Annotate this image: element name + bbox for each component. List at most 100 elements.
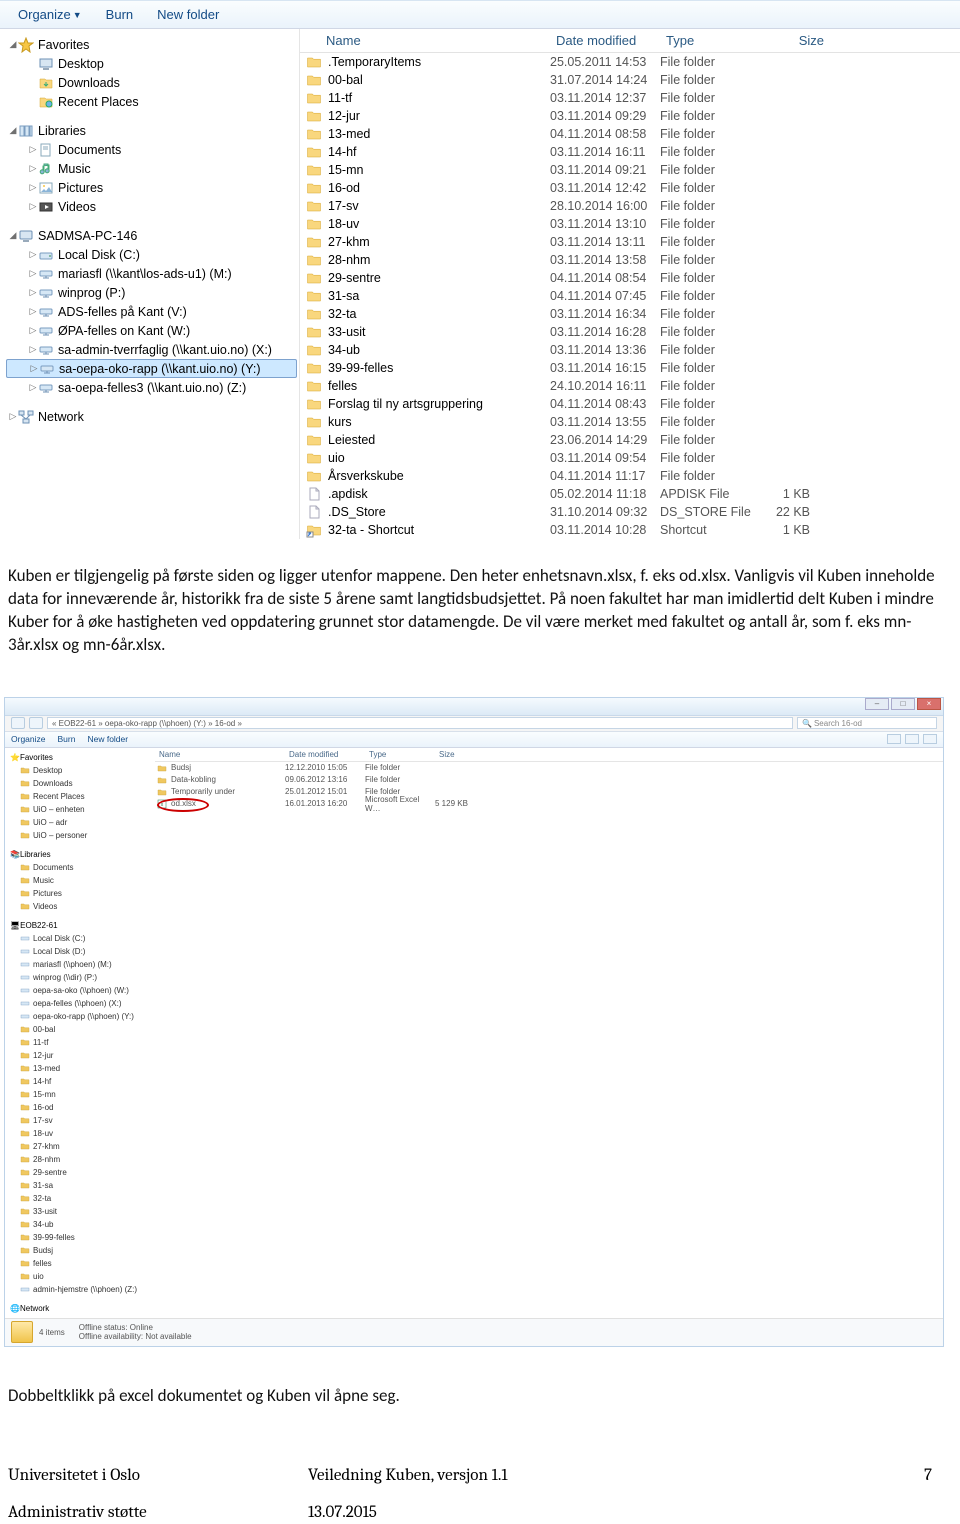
nav-drive-item[interactable]: ▷sa-admin-tverrfaglig (\\kant.uio.no) (X… (6, 340, 297, 359)
close-button[interactable]: × (917, 698, 941, 710)
nav-favorites-header[interactable]: ◢ Favorites (6, 35, 297, 54)
file-row[interactable]: Leiested23.06.2014 14:29File folder (300, 431, 960, 449)
nav2-item[interactable]: oepa-sa-oko (\\phoen) (W:) (8, 984, 152, 997)
nav2-item[interactable]: 18-uv (8, 1127, 152, 1140)
col-name-header[interactable]: Name (300, 33, 550, 48)
nav2-item[interactable]: UiO – personer (8, 829, 152, 842)
organize-button-2[interactable]: Organize (11, 734, 46, 744)
nav2-network-header[interactable]: 🌐 Network (8, 1302, 152, 1315)
help-button[interactable] (923, 734, 937, 744)
new-folder-button[interactable]: New folder (145, 4, 231, 25)
file-row[interactable]: 14-hf03.11.2014 16:11File folder (300, 143, 960, 161)
nav2-computer-header[interactable]: 🖥 EOB22-61 (8, 919, 152, 932)
file-row[interactable]: 11-tf03.11.2014 12:37File folder (300, 89, 960, 107)
file-row[interactable]: 34-ub03.11.2014 13:36File folder (300, 341, 960, 359)
nav-drive-item[interactable]: ▷sa-oepa-oko-rapp (\\kant.uio.no) (Y:) (6, 359, 297, 378)
nav2-item[interactable]: 33-usit (8, 1205, 152, 1218)
nav2-item[interactable]: mariasfl (\\phoen) (M:) (8, 958, 152, 971)
file-row[interactable]: .apdisk05.02.2014 11:18APDISK File1 KB (300, 485, 960, 503)
col-size-header[interactable]: Size (770, 33, 830, 48)
nav2-libraries-header[interactable]: 📚 Libraries (8, 848, 152, 861)
file-row[interactable]: 39-99-felles03.11.2014 16:15File folder (300, 359, 960, 377)
nav2-favorites-header[interactable]: ⭐ Favorites (8, 751, 152, 764)
nav2-item[interactable]: 39-99-felles (8, 1231, 152, 1244)
file-row[interactable]: 29-sentre04.11.2014 08:54File folder (300, 269, 960, 287)
nav2-item[interactable]: Downloads (8, 777, 152, 790)
nav-drive-item[interactable]: ▷ØPA-felles on Kant (W:) (6, 321, 297, 340)
nav2-item[interactable]: Budsj (8, 1244, 152, 1257)
nav-lib-item[interactable]: ▷Music (6, 159, 297, 178)
file-row[interactable]: 12-jur03.11.2014 09:29File folder (300, 107, 960, 125)
file-row[interactable]: 28-nhm03.11.2014 13:58File folder (300, 251, 960, 269)
nav-drive-item[interactable]: ▷mariasfl (\\kant\los-ads-u1) (M:) (6, 264, 297, 283)
col2-name[interactable]: Name (155, 750, 285, 759)
nav-drive-item[interactable]: ▷ADS-felles på Kant (V:) (6, 302, 297, 321)
file-row[interactable]: 27-khm03.11.2014 13:11File folder (300, 233, 960, 251)
nav-lib-item[interactable]: ▷Videos (6, 197, 297, 216)
back-button[interactable] (11, 717, 25, 729)
new-folder-button-2[interactable]: New folder (87, 734, 128, 744)
nav2-item[interactable]: 29-sentre (8, 1166, 152, 1179)
nav-network-header[interactable]: ▷ Network (6, 407, 297, 426)
nav-libraries-header[interactable]: ◢ Libraries (6, 121, 297, 140)
forward-button[interactable] (29, 717, 43, 729)
search-input[interactable]: 🔍Search 16-od (797, 717, 937, 729)
file-row[interactable]: .DS_Store31.10.2014 09:32DS_STORE File22… (300, 503, 960, 521)
nav2-item[interactable]: 12-jur (8, 1049, 152, 1062)
file-row[interactable]: 13-med04.11.2014 08:58File folder (300, 125, 960, 143)
file-row[interactable]: 00-bal31.07.2014 14:24File folder (300, 71, 960, 89)
nav2-item[interactable]: Local Disk (C:) (8, 932, 152, 945)
file-row[interactable]: felles24.10.2014 16:11File folder (300, 377, 960, 395)
nav2-item[interactable]: 15-mn (8, 1088, 152, 1101)
burn-button-2[interactable]: Burn (58, 734, 76, 744)
file-row-2[interactable]: Data-kobling09.06.2012 13:16File folder (155, 774, 943, 786)
nav-lib-item[interactable]: ▷Pictures (6, 178, 297, 197)
nav2-item[interactable]: felles (8, 1257, 152, 1270)
nav-fav-item[interactable]: Recent Places (6, 92, 297, 111)
file-row-2[interactable]: Temporarily under25.01.2012 15:01File fo… (155, 786, 943, 798)
nav2-item[interactable]: Pictures (8, 887, 152, 900)
nav2-item[interactable]: 32-ta (8, 1192, 152, 1205)
nav-drive-item[interactable]: ▷winprog (P:) (6, 283, 297, 302)
file-row[interactable]: 18-uv03.11.2014 13:10File folder (300, 215, 960, 233)
nav2-item[interactable]: Documents (8, 861, 152, 874)
nav-drive-item[interactable]: ▷sa-oepa-felles3 (\\kant.uio.no) (Z:) (6, 378, 297, 397)
col2-size[interactable]: Size (435, 750, 495, 759)
file-row[interactable]: Årsverkskube04.11.2014 11:17File folder (300, 467, 960, 485)
nav-fav-item[interactable]: Desktop (6, 54, 297, 73)
nav-computer-header[interactable]: ◢ SADMSA-PC-146 (6, 226, 297, 245)
nav-lib-item[interactable]: ▷Documents (6, 140, 297, 159)
file-row[interactable]: .TemporaryItems25.05.2011 14:53File fold… (300, 53, 960, 71)
file-row-2[interactable]: Budsj12.12.2010 15:05File folder (155, 762, 943, 774)
file-row[interactable]: Forslag til ny artsgruppering04.11.2014 … (300, 395, 960, 413)
nav2-item[interactable]: 13-med (8, 1062, 152, 1075)
col-date-header[interactable]: Date modified (550, 33, 660, 48)
nav2-item[interactable]: 28-nhm (8, 1153, 152, 1166)
file-row[interactable]: 32-ta03.11.2014 16:34File folder (300, 305, 960, 323)
nav2-item[interactable]: 17-sv (8, 1114, 152, 1127)
file-row[interactable]: uio03.11.2014 09:54File folder (300, 449, 960, 467)
file-row-2[interactable]: xod.xlsx16.01.2013 16:20Microsoft Excel … (155, 798, 943, 810)
preview-button[interactable] (905, 734, 919, 744)
nav2-item[interactable]: Music (8, 874, 152, 887)
nav2-item[interactable]: 16-od (8, 1101, 152, 1114)
nav2-item[interactable]: 14-hf (8, 1075, 152, 1088)
col-type-header[interactable]: Type (660, 33, 770, 48)
nav2-item[interactable]: UiO – enheten (8, 803, 152, 816)
file-row[interactable]: kurs03.11.2014 13:55File folder (300, 413, 960, 431)
breadcrumb[interactable]: « EOB22-61 » oepa-oko-rapp (\\phoen) (Y:… (47, 717, 793, 729)
nav2-item[interactable]: oepa-felles (\\phoen) (X:) (8, 997, 152, 1010)
nav2-item[interactable]: Videos (8, 900, 152, 913)
col2-date[interactable]: Date modified (285, 750, 365, 759)
nav2-item[interactable]: uio (8, 1270, 152, 1283)
nav2-item[interactable]: Desktop (8, 764, 152, 777)
file-row[interactable]: 15-mn03.11.2014 09:21File folder (300, 161, 960, 179)
nav2-item[interactable]: 00-bal (8, 1023, 152, 1036)
nav2-item[interactable]: Local Disk (D:) (8, 945, 152, 958)
nav2-item[interactable]: oepa-oko-rapp (\\phoen) (Y:) (8, 1010, 152, 1023)
nav2-item[interactable]: 27-khm (8, 1140, 152, 1153)
file-row[interactable]: 17-sv28.10.2014 16:00File folder (300, 197, 960, 215)
nav2-item[interactable]: winprog (\\dir) (P:) (8, 971, 152, 984)
nav2-item[interactable]: Recent Places (8, 790, 152, 803)
view-button[interactable] (887, 734, 901, 744)
